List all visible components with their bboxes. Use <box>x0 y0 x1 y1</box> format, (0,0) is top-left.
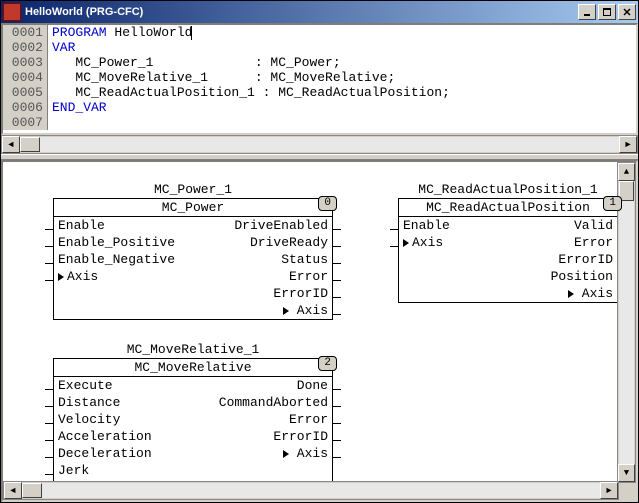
block-mc-moverelative[interactable]: 2 MC_MoveRelative_1 MC_MoveRelative Exec… <box>53 342 333 497</box>
output-port-errorid[interactable]: ErrorID <box>193 285 332 302</box>
output-port-status[interactable]: Status <box>193 251 332 268</box>
code-line[interactable]: 0002VAR <box>3 40 454 55</box>
output-port-commandaborted[interactable]: CommandAborted <box>193 394 332 411</box>
line-text[interactable]: MC_ReadActualPosition_1 : MC_ReadActualP… <box>48 85 454 100</box>
cfc-pane[interactable]: 0 MC_Power_1 MC_Power EnableEnable_Posit… <box>1 160 638 502</box>
app-icon <box>3 3 21 21</box>
declaration-hscroll[interactable]: ◄ ► <box>1 135 638 154</box>
code-editor[interactable]: 0001PROGRAM HelloWorld0002VAR0003 MC_Pow… <box>3 25 454 130</box>
scroll-left-button[interactable]: ◄ <box>4 482 22 499</box>
close-button[interactable] <box>618 4 636 20</box>
input-port-deceleration[interactable]: Deceleration <box>54 445 193 462</box>
input-port-enable_negative[interactable]: Enable_Negative <box>54 251 193 268</box>
exec-order-badge: 2 <box>318 356 337 371</box>
minimize-button[interactable] <box>578 4 596 20</box>
line-text[interactable]: END_VAR <box>48 100 454 115</box>
line-text[interactable]: MC_MoveRelative_1 : MC_MoveRelative; <box>48 70 454 85</box>
line-number: 0003 <box>3 55 48 70</box>
output-port-valid[interactable]: Valid <box>508 217 617 234</box>
output-port-driveready[interactable]: DriveReady <box>193 234 332 251</box>
instance-name[interactable]: MC_Power_1 <box>53 182 333 198</box>
scroll-corner <box>619 483 636 500</box>
input-port-enable[interactable]: Enable <box>54 217 193 234</box>
output-port-errorid[interactable]: ErrorID <box>508 251 617 268</box>
exec-order-badge: 1 <box>603 196 622 211</box>
instance-name[interactable]: MC_ReadActualPosition_1 <box>398 182 618 198</box>
app-window: HelloWorld (PRG-CFC) 0001PROGRAM HelloWo… <box>0 0 639 503</box>
line-text[interactable] <box>48 115 454 130</box>
scroll-thumb[interactable] <box>20 137 40 152</box>
titlebar[interactable]: HelloWorld (PRG-CFC) <box>1 1 638 23</box>
output-port-axis[interactable]: Axis <box>508 285 617 302</box>
instance-name[interactable]: MC_MoveRelative_1 <box>53 342 333 358</box>
code-line[interactable]: 0001PROGRAM HelloWorld <box>3 25 454 40</box>
output-port-position[interactable]: Position <box>508 268 617 285</box>
scroll-up-button[interactable]: ▲ <box>618 163 635 181</box>
scroll-down-button[interactable]: ▼ <box>618 464 635 482</box>
input-port-distance[interactable]: Distance <box>54 394 193 411</box>
fb-type: MC_MoveRelative <box>54 359 332 377</box>
scroll-thumb[interactable] <box>22 483 42 498</box>
line-number: 0002 <box>3 40 48 55</box>
block-mc-readactualposition[interactable]: 1 MC_ReadActualPosition_1 MC_ReadActualP… <box>398 182 618 303</box>
code-line[interactable]: 0007 <box>3 115 454 130</box>
code-line[interactable]: 0005 MC_ReadActualPosition_1 : MC_ReadAc… <box>3 85 454 100</box>
block-mc-power[interactable]: 0 MC_Power_1 MC_Power EnableEnable_Posit… <box>53 182 333 320</box>
inout-marker-icon <box>568 290 574 298</box>
input-port-velocity[interactable]: Velocity <box>54 411 193 428</box>
input-port-enable_positive[interactable]: Enable_Positive <box>54 234 193 251</box>
inout-marker-icon <box>58 273 64 281</box>
line-number: 0007 <box>3 115 48 130</box>
line-number: 0001 <box>3 25 48 40</box>
output-port-done[interactable]: Done <box>193 377 332 394</box>
scroll-track[interactable] <box>20 137 619 152</box>
inout-marker-icon <box>283 450 289 458</box>
line-number: 0005 <box>3 85 48 100</box>
fb-type: MC_ReadActualPosition <box>399 199 617 217</box>
output-port-errorid[interactable]: ErrorID <box>193 428 332 445</box>
window-title: HelloWorld (PRG-CFC) <box>25 6 578 18</box>
line-text[interactable]: VAR <box>48 40 454 55</box>
fb-type: MC_Power <box>54 199 332 217</box>
code-line[interactable]: 0006END_VAR <box>3 100 454 115</box>
output-port-error[interactable]: Error <box>508 234 617 251</box>
input-port-axis[interactable]: Axis <box>54 268 193 285</box>
input-port-acceleration[interactable]: Acceleration <box>54 428 193 445</box>
line-text[interactable]: PROGRAM HelloWorld <box>48 25 454 40</box>
line-number: 0004 <box>3 70 48 85</box>
exec-order-badge: 0 <box>318 196 337 211</box>
code-line[interactable]: 0003 MC_Power_1 : MC_Power; <box>3 55 454 70</box>
output-port-driveenabled[interactable]: DriveEnabled <box>193 217 332 234</box>
line-number: 0006 <box>3 100 48 115</box>
scroll-track[interactable] <box>22 483 600 498</box>
input-port-enable[interactable]: Enable <box>399 217 508 234</box>
inout-marker-icon <box>283 307 289 315</box>
scroll-right-button[interactable]: ► <box>619 136 637 153</box>
declaration-pane[interactable]: 0001PROGRAM HelloWorld0002VAR0003 MC_Pow… <box>1 23 638 135</box>
output-port-axis[interactable]: Axis <box>193 302 332 319</box>
input-port-jerk[interactable]: Jerk <box>54 462 193 479</box>
output-port-error[interactable]: Error <box>193 268 332 285</box>
scroll-track[interactable] <box>619 181 634 464</box>
output-port-axis[interactable]: Axis <box>193 445 332 462</box>
code-line[interactable]: 0004 MC_MoveRelative_1 : MC_MoveRelative… <box>3 70 454 85</box>
maximize-button[interactable] <box>598 4 616 20</box>
inout-marker-icon <box>403 239 409 247</box>
output-port-error[interactable]: Error <box>193 411 332 428</box>
cfc-canvas[interactable]: 0 MC_Power_1 MC_Power EnableEnable_Posit… <box>3 162 636 500</box>
input-port-axis[interactable]: Axis <box>399 234 508 251</box>
input-port-execute[interactable]: Execute <box>54 377 193 394</box>
scroll-right-button[interactable]: ► <box>600 482 618 499</box>
line-text[interactable]: MC_Power_1 : MC_Power; <box>48 55 454 70</box>
cfc-hscroll[interactable]: ◄ ► <box>3 481 619 500</box>
scroll-left-button[interactable]: ◄ <box>2 136 20 153</box>
